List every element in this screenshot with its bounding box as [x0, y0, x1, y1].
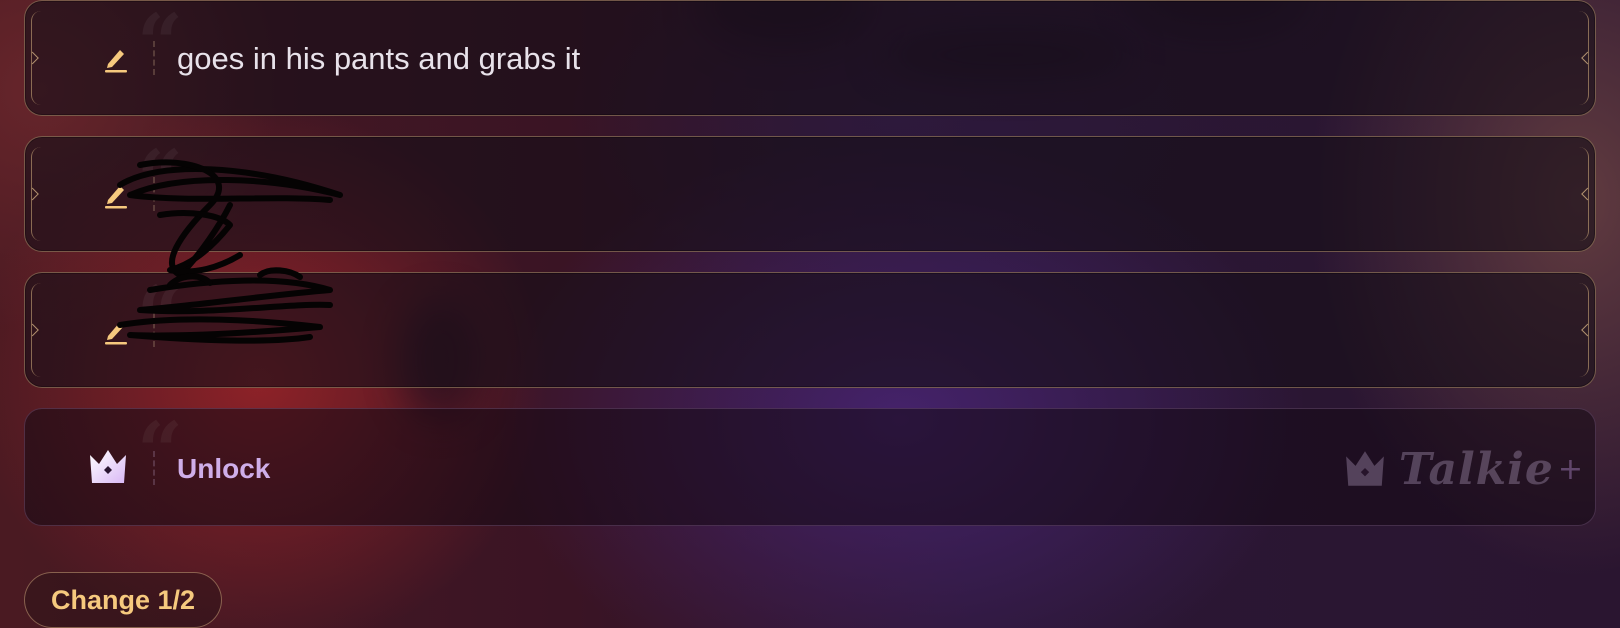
crown-icon [90, 450, 126, 483]
option-divider [153, 41, 155, 75]
frame-ornament-left [31, 11, 42, 105]
edit-icon[interactable] [103, 45, 129, 73]
unlock-label: Unlock [177, 453, 271, 484]
quote-icon: “ [137, 268, 184, 362]
option-divider [153, 177, 155, 211]
frame-ornament-left [31, 283, 42, 377]
quote-icon: “ [137, 132, 184, 226]
option-divider [153, 313, 155, 347]
unlock-card[interactable]: “ Unlock Talkie + [24, 408, 1596, 526]
reply-option-2[interactable]: “ [24, 136, 1596, 252]
talkie-plus-logo: Talkie + [1343, 443, 1583, 495]
brand-name: Talkie [1398, 443, 1554, 495]
option-text: goes in his pants and grabs it [177, 41, 581, 76]
reply-option-1[interactable]: “ goes in his pants and grabs it [24, 0, 1596, 116]
frame-ornament-right [1578, 11, 1589, 105]
change-button-label: Change 1/2 [50, 584, 196, 615]
frame-ornament-right [1578, 147, 1589, 241]
unlock-divider [153, 451, 155, 485]
edit-icon[interactable] [103, 181, 129, 209]
frame-ornament-left [31, 147, 42, 241]
plus-icon: + [1557, 451, 1583, 487]
frame-ornament-right [1578, 283, 1589, 377]
edit-icon[interactable] [103, 317, 129, 345]
reply-option-3[interactable]: “ [24, 272, 1596, 388]
change-button[interactable]: Change 1/2 [24, 572, 222, 628]
crown-icon [1346, 451, 1384, 486]
